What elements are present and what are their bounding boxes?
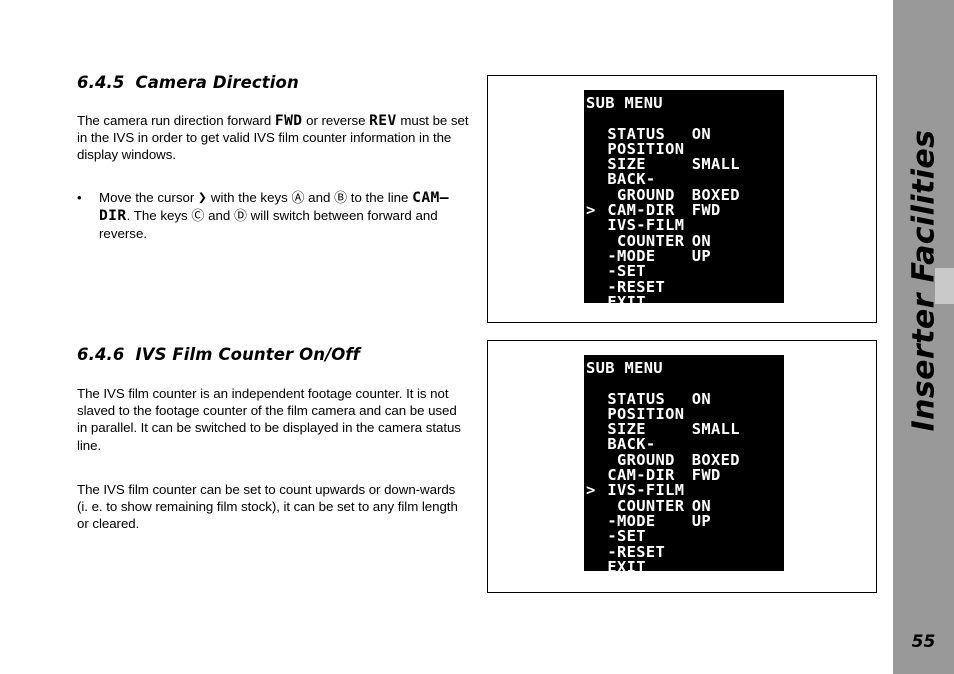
paragraph-text-part: or reverse (302, 113, 370, 128)
lcd-menu-row[interactable]: EXIT (584, 292, 784, 311)
key-left-icon: Ⓓ (233, 208, 247, 224)
lcd-display-cam-dir: SUB MENU STATUS ON POSITION SIZE SMALL BAC… (584, 90, 784, 310)
section-heading-646: 6.4.6 IVS Film Counter On/Off (77, 345, 360, 364)
figure-box-sub-menu-cam-dir: SUB MENU STATUS ON POSITION SIZE SMALL BAC… (487, 75, 877, 323)
lcd-row-value: ON (691, 124, 712, 143)
lcd-rows-container: STATUS ON POSITION SIZE SMALL BACK- GROUND… (584, 124, 784, 311)
paragraph-camera-direction: The camera run direction forward FWD or … (77, 112, 469, 164)
section-number: 6.4.5 (77, 73, 125, 92)
lcd-row-value: FWD (691, 201, 721, 220)
chapter-title-text: Inserter Facilities (906, 129, 941, 431)
section-title: Camera Direction (135, 73, 299, 92)
chapter-title-rotated: Inserter Facilities (893, 0, 954, 560)
chapter-tab-sidebar: Inserter Facilities 55 (893, 0, 954, 674)
lcd-cursor-indicator (586, 295, 598, 310)
bullet-text-part: to the line (347, 190, 413, 205)
bullet-text: Move the cursor ❯ with the keys Ⓐ and Ⓑ … (99, 189, 469, 243)
lcd-menu-title: SUB MENU (586, 359, 663, 377)
page-number: 55 (911, 632, 936, 652)
manual-page: 6.4.5 Camera Direction The camera run dir… (0, 0, 954, 674)
key-right-icon: Ⓒ (191, 208, 205, 224)
lcd-row-value: SMALL (691, 155, 740, 174)
section-heading-645: 6.4.5 Camera Direction (77, 73, 299, 92)
lcd-menu-title: SUB MENU (586, 94, 663, 112)
lcd-row-value: UP (691, 511, 712, 530)
lcd-row-value: FWD (691, 466, 721, 485)
lcd-row-value: UP (691, 246, 712, 265)
mono-value-rev: REV (369, 112, 397, 129)
cursor-arrow-icon: ❯ (198, 189, 208, 206)
lcd-cursor-indicator (586, 560, 598, 575)
paragraph-ivs-counter-modes: The IVS film counter can be set to count… (77, 482, 458, 532)
mono-value-fwd: FWD (274, 112, 303, 129)
key-down-icon: Ⓑ (334, 191, 348, 206)
bullet-text-part: . The keys (126, 207, 192, 223)
lcd-row-label: EXIT (597, 557, 646, 576)
lcd-row-value: SMALL (691, 420, 740, 439)
bullet-text-part: and (304, 190, 335, 205)
bullet-marker: • (77, 190, 82, 205)
figure-box-sub-menu-ivs-film: SUB MENU STATUS ON POSITION SIZE SMALL BAC… (487, 340, 877, 593)
section-number: 6.4.6 (77, 345, 125, 364)
bullet-text-part: and (204, 207, 234, 223)
bullet-item-cursor-instruction: • Move the cursor ❯ with the keys Ⓐ and … (77, 189, 469, 243)
paragraph-text-part: The camera run direction forward (77, 113, 275, 128)
lcd-row-value: ON (691, 389, 712, 408)
key-up-icon: Ⓐ (291, 191, 305, 206)
bullet-text-part: Move the cursor (99, 190, 199, 205)
lcd-rows-container: STATUS ON POSITION SIZE SMALL BACK- GROUND… (584, 389, 784, 576)
bullet-text-part: with the keys (207, 190, 292, 205)
paragraph-ivs-counter-intro: The IVS film counter is an independent f… (77, 386, 461, 453)
lcd-display-ivs-film: SUB MENU STATUS ON POSITION SIZE SMALL BAC… (584, 355, 784, 575)
lcd-menu-row[interactable]: EXIT (584, 557, 784, 576)
lcd-row-label: EXIT (597, 292, 646, 311)
section-title: IVS Film Counter On/Off (135, 345, 360, 364)
